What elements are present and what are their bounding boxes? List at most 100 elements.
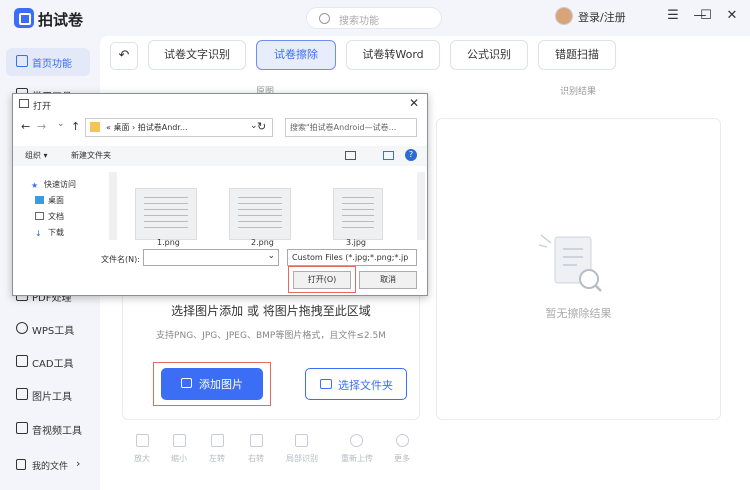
- filename-label: 文件名(N):: [101, 255, 140, 264]
- nav-dropdown-icon[interactable]: ⌄: [57, 119, 65, 129]
- rotate-right-label: 右转: [248, 454, 264, 463]
- nav-back-button[interactable]: ←: [21, 120, 30, 133]
- file-name[interactable]: 2.png: [251, 238, 274, 247]
- rotate-right-icon: [249, 434, 263, 447]
- sidebar-item-label: CAD工具: [32, 359, 74, 370]
- partial-recognition-button[interactable]: 局部识别: [286, 434, 318, 464]
- image-icon: [16, 388, 28, 400]
- sidebar-item-media[interactable]: 音视频工具: [6, 415, 90, 443]
- video-icon: [16, 422, 28, 434]
- tree-downloads[interactable]: ↓ 下载: [35, 227, 64, 238]
- app-name: 拍试卷: [38, 11, 84, 29]
- file-thumbnail[interactable]: [135, 188, 197, 240]
- dialog-search-input[interactable]: 搜索"拍试卷Android—试卷...: [285, 118, 417, 137]
- file-name[interactable]: 3.jpg: [346, 238, 366, 247]
- search-input[interactable]: 搜索功能: [339, 12, 379, 27]
- dialog-window-icon: [19, 99, 29, 108]
- zoom-out-label: 缩小: [171, 454, 187, 463]
- zoom-out-button[interactable]: 缩小: [164, 434, 194, 464]
- sidebar-item-label: 首页功能: [32, 59, 72, 70]
- tab-wrong-questions[interactable]: 错题扫描: [538, 40, 616, 70]
- sidebar-item-wps[interactable]: WPS工具: [6, 315, 90, 343]
- rotate-left-button[interactable]: 左转: [202, 434, 232, 464]
- rotate-left-label: 左转: [209, 454, 225, 463]
- result-title: 识别结果: [560, 87, 597, 97]
- address-path: « 桌面 › 拍试卷Andr...: [106, 122, 188, 133]
- home-icon: [16, 55, 28, 67]
- back-button[interactable]: ↶: [110, 42, 138, 70]
- open-file-dialog: 打开 ✕ ← → ⌄ ↑ « 桌面 › 拍试卷Andr... ⌄ ↻ 搜索"拍试…: [12, 93, 428, 296]
- tree-label: 下载: [48, 228, 64, 237]
- path-segment[interactable]: 拍试卷Andr...: [138, 123, 188, 132]
- zoom-in-label: 放大: [134, 454, 150, 463]
- tree-documents[interactable]: 文档: [35, 211, 64, 222]
- cancel-button[interactable]: 取消: [359, 271, 417, 289]
- chevron-right-icon: ›: [76, 457, 81, 470]
- filename-input[interactable]: ⌄: [143, 249, 279, 266]
- tree-scrollbar[interactable]: [109, 172, 117, 240]
- dialog-title: 打开: [33, 102, 52, 112]
- sidebar-item-label: 图片工具: [32, 392, 72, 403]
- download-icon: ↓: [35, 229, 42, 238]
- tab-erase[interactable]: 试卷擦除: [256, 40, 336, 70]
- tab-to-word[interactable]: 试卷转Word: [346, 40, 440, 70]
- more-label: 更多: [394, 454, 410, 463]
- partial-recognition-label: 局部识别: [286, 454, 318, 463]
- title-bar: 拍试卷 搜索功能 登录/注册 ☰ — ☐ ✕: [0, 0, 750, 36]
- filter-value: Custom Files (*.jpg;*.png;*.jp: [292, 253, 409, 262]
- star-icon: ★: [31, 181, 39, 190]
- path-segment[interactable]: 桌面: [113, 123, 129, 132]
- search-box[interactable]: 搜索功能: [306, 7, 442, 29]
- file-icon: [16, 459, 26, 470]
- document-icon: [35, 212, 44, 220]
- select-folder-label: 选择文件夹: [338, 379, 393, 392]
- zoom-in-button[interactable]: 放大: [127, 434, 157, 464]
- more-button[interactable]: 更多: [387, 434, 417, 464]
- sidebar-item-home[interactable]: 首页功能: [6, 48, 90, 76]
- file-type-filter[interactable]: Custom Files (*.jpg;*.png;*.jp: [287, 249, 417, 266]
- tab-text-recognition[interactable]: 试卷文字识别: [148, 40, 246, 70]
- search-icon: [319, 13, 330, 24]
- upload-hint: 选择图片添加 或 将图片拖拽至此区域: [171, 304, 371, 318]
- empty-result-text: 暂无擦除结果: [545, 307, 612, 320]
- tree-quick-access[interactable]: ★ 快速访问: [31, 179, 76, 190]
- result-panel: 暂无擦除结果: [436, 118, 721, 420]
- sidebar-item-cad[interactable]: CAD工具: [6, 348, 90, 376]
- highlight-box: [288, 266, 356, 293]
- tree-label: 文档: [48, 212, 64, 221]
- file-name[interactable]: 1.png: [157, 238, 180, 247]
- reupload-button[interactable]: 重新上传: [341, 434, 373, 464]
- dialog-search-placeholder: 搜索"拍试卷Android—试卷...: [290, 123, 397, 132]
- tree-desktop[interactable]: 桌面: [35, 195, 64, 206]
- help-icon[interactable]: ?: [405, 149, 417, 161]
- file-thumbnail[interactable]: [229, 188, 291, 240]
- maximize-button[interactable]: ☐: [696, 6, 716, 26]
- dialog-close-button[interactable]: ✕: [409, 96, 419, 110]
- view-icon[interactable]: [345, 151, 356, 160]
- app-logo-icon: [14, 8, 34, 28]
- upload-area[interactable]: 选择图片添加 或 将图片拖拽至此区域 支持PNG、JPG、JPEG、BMP等图片…: [122, 276, 420, 420]
- tab-formula[interactable]: 公式识别: [450, 40, 528, 70]
- reupload-label: 重新上传: [341, 454, 373, 463]
- zoom-in-icon: [135, 434, 149, 447]
- address-bar[interactable]: « 桌面 › 拍试卷Andr... ⌄: [85, 118, 273, 137]
- close-button[interactable]: ✕: [722, 6, 742, 26]
- preview-pane-icon[interactable]: [383, 151, 394, 160]
- new-folder-button[interactable]: 新建文件夹: [71, 150, 111, 161]
- nav-up-button[interactable]: ↑: [71, 120, 80, 133]
- empty-result-icon: [538, 234, 602, 292]
- menu-icon[interactable]: ☰: [663, 6, 683, 26]
- file-thumbnail[interactable]: [333, 188, 383, 240]
- tree-label: 快速访问: [44, 180, 76, 189]
- login-link[interactable]: 登录/注册: [578, 9, 626, 25]
- organize-menu[interactable]: 组织 ▾: [25, 150, 48, 161]
- sidebar-item-image[interactable]: 图片工具: [6, 381, 90, 409]
- my-files-link[interactable]: 我的文件 ›: [6, 452, 90, 480]
- nav-forward-button[interactable]: →: [37, 120, 46, 133]
- files-scrollbar[interactable]: [417, 172, 425, 240]
- refresh-button[interactable]: ↻: [257, 120, 266, 133]
- chevron-down-icon[interactable]: ⌄: [267, 251, 275, 261]
- select-folder-button[interactable]: 选择文件夹: [305, 368, 407, 400]
- avatar[interactable]: [555, 7, 573, 25]
- rotate-right-button[interactable]: 右转: [241, 434, 271, 464]
